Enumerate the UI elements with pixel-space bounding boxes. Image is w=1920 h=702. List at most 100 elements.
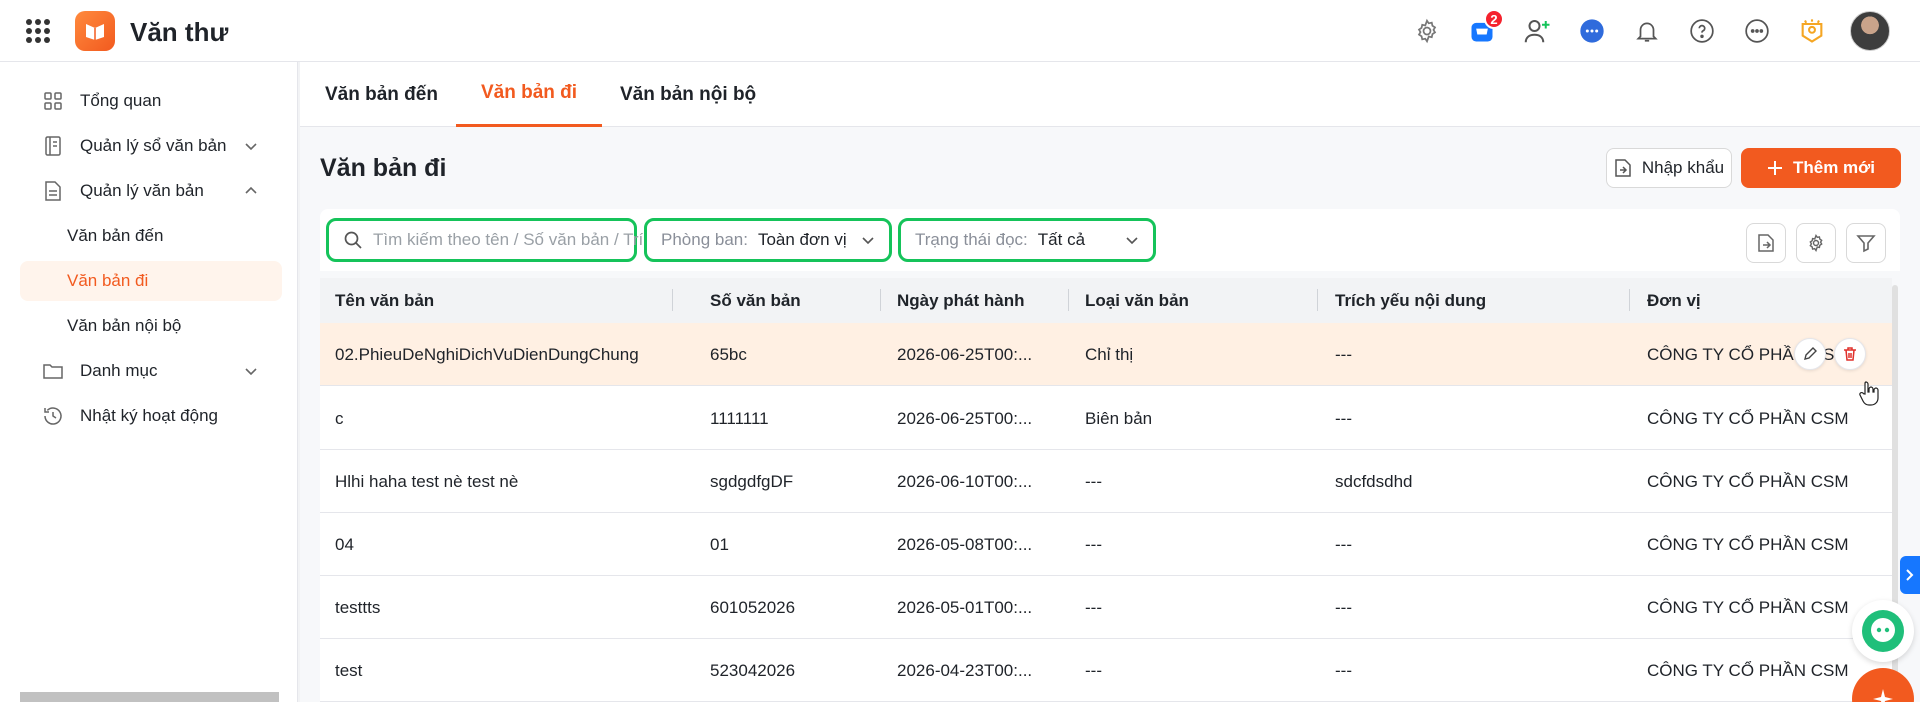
sidebar-item-activity-log[interactable]: Nhật ký hoạt động xyxy=(20,396,282,436)
sidebar-item-label: Danh mục xyxy=(80,361,158,380)
cell-name: 02.PhieuDeNghiDichVuDienDungChung xyxy=(335,344,639,364)
sidebar-scrollbar[interactable] xyxy=(20,692,279,702)
cell-unit: CÔNG TY CỔ PHẦN CSM xyxy=(1647,534,1849,554)
cart-icon[interactable]: 2 xyxy=(1465,9,1504,51)
cell-number: sgdgdfgDF xyxy=(710,471,794,491)
import-icon xyxy=(1615,159,1631,177)
column-settings-button[interactable] xyxy=(1796,223,1836,263)
cell-unit: CÔNG TY CỔ PHẦN CSM xyxy=(1647,408,1849,428)
app-logo xyxy=(75,11,115,51)
pointer-cursor-icon xyxy=(1859,381,1879,406)
page-title: Văn bản đi xyxy=(320,154,447,182)
cell-summary: --- xyxy=(1335,597,1352,617)
table-row[interactable]: c 1111111 2026-06-25T00:... Biên bản ---… xyxy=(320,387,1892,450)
chevron-down-icon xyxy=(1126,237,1138,245)
chatbot-icon xyxy=(1862,610,1904,652)
filter-button[interactable] xyxy=(1846,223,1886,263)
cell-name: testtts xyxy=(335,597,381,617)
tab-incoming[interactable]: Văn bản đến xyxy=(325,62,438,127)
column-header[interactable]: Ngày phát hành xyxy=(897,278,1025,323)
add-new-button[interactable]: Thêm mới xyxy=(1741,148,1901,188)
tab-outgoing[interactable]: Văn bản đi xyxy=(456,62,603,127)
sidebar-item-catalog[interactable]: Danh mục xyxy=(20,351,282,391)
chevron-down-icon xyxy=(245,143,257,151)
column-header[interactable]: Trích yếu nội dung xyxy=(1335,278,1486,323)
table-header: Tên văn bản Số văn bản Ngày phát hành Lo… xyxy=(320,278,1892,323)
read-status-label: Trạng thái đọc: xyxy=(915,230,1028,249)
sidebar-item-document-books[interactable]: Quản lý sổ văn bản xyxy=(20,126,282,166)
search-placeholder: Tìm kiếm theo tên / Số văn bản / Trích y… xyxy=(373,230,643,249)
document-icon xyxy=(40,178,66,204)
more-icon[interactable] xyxy=(1740,11,1773,51)
chevron-right-icon xyxy=(1906,569,1914,581)
read-status-value: Tất cả xyxy=(1037,230,1086,249)
help-icon[interactable] xyxy=(1685,11,1718,51)
cell-date: 2026-06-10T00:... xyxy=(897,471,1033,491)
award-icon[interactable] xyxy=(1795,11,1828,51)
book-icon xyxy=(40,133,66,159)
gear-icon xyxy=(1809,233,1823,253)
table-row[interactable]: Hlhi haha test nè test nè sgdgdfgDF 2026… xyxy=(320,450,1892,513)
cell-unit: CÔNG TY CỔ PHẦN CSM xyxy=(1647,471,1849,491)
delete-button[interactable] xyxy=(1834,338,1866,370)
sidebar-item-overview[interactable]: Tổng quan xyxy=(20,81,282,121)
cell-date: 2026-05-08T00:... xyxy=(897,534,1033,554)
table-row[interactable]: testtts 601052026 2026-05-01T00:... --- … xyxy=(320,576,1892,639)
cell-date: 2026-06-25T00:... xyxy=(897,408,1033,428)
add-user-icon[interactable] xyxy=(1520,11,1553,51)
filter-bar: Tìm kiếm theo tên / Số văn bản / Trích y… xyxy=(320,209,1900,271)
cell-summary: sdcfdsdhd xyxy=(1335,471,1413,491)
search-icon xyxy=(344,231,362,249)
expand-panel-button[interactable] xyxy=(1900,556,1920,594)
main-content: Văn bản đi Nhập khẩu Thêm mới Tìm kiếm t… xyxy=(300,127,1920,702)
sidebar-subitem-internal[interactable]: Văn bản nội bộ xyxy=(20,306,282,346)
sidebar-item-label: Quản lý sổ văn bản xyxy=(80,136,227,155)
cell-type: --- xyxy=(1085,534,1102,554)
cell-type: Biên bản xyxy=(1085,408,1153,428)
column-header[interactable]: Số văn bản xyxy=(710,278,801,323)
search-input[interactable]: Tìm kiếm theo tên / Số văn bản / Trích y… xyxy=(326,218,643,262)
chatbot-button[interactable] xyxy=(1852,600,1914,662)
column-header[interactable]: Đơn vị xyxy=(1647,278,1701,323)
pencil-icon xyxy=(1804,347,1817,360)
read-status-select[interactable]: Trạng thái đọc: Tất cả xyxy=(898,218,1156,262)
department-select-label: Phòng ban: xyxy=(661,230,748,249)
import-button[interactable]: Nhập khẩu xyxy=(1606,148,1732,188)
department-select-value: Toàn đơn vị xyxy=(757,230,847,249)
table-row[interactable]: test 523042026 2026-04-23T00:... --- ---… xyxy=(320,639,1892,702)
sidebar-item-label: Tổng quan xyxy=(80,91,162,110)
cell-type: --- xyxy=(1085,597,1102,617)
export-button[interactable] xyxy=(1746,223,1786,263)
cell-number: 601052026 xyxy=(710,597,796,617)
app-grid-icon[interactable] xyxy=(26,19,50,43)
column-header[interactable]: Loại văn bản xyxy=(1085,278,1189,323)
cell-date: 2026-04-23T00:... xyxy=(897,660,1033,680)
avatar[interactable] xyxy=(1850,11,1890,51)
cell-type: --- xyxy=(1085,660,1102,680)
folder-icon xyxy=(40,358,66,384)
cell-type: --- xyxy=(1085,471,1102,491)
settings-icon[interactable] xyxy=(1410,11,1443,51)
cell-summary: --- xyxy=(1335,534,1352,554)
edit-button[interactable] xyxy=(1794,338,1826,370)
trash-icon xyxy=(1844,347,1856,361)
sidebar-subitem-incoming[interactable]: Văn bản đến xyxy=(20,216,282,256)
documents-table: Tên văn bản Số văn bản Ngày phát hành Lo… xyxy=(320,278,1892,702)
chevron-down-icon xyxy=(862,237,874,245)
column-header[interactable]: Tên văn bản xyxy=(335,278,434,323)
table-row[interactable]: 04 01 2026-05-08T00:... --- --- CÔNG TY … xyxy=(320,513,1892,576)
sidebar-subitem-outgoing[interactable]: Văn bản đi xyxy=(20,261,282,301)
import-button-label: Nhập khẩu xyxy=(1641,158,1725,177)
cell-number: 1111111 xyxy=(710,408,769,428)
add-new-button-label: Thêm mới xyxy=(1793,158,1875,177)
cell-summary: --- xyxy=(1335,408,1352,428)
tab-internal[interactable]: Văn bản nội bộ xyxy=(620,62,756,127)
table-row[interactable]: 02.PhieuDeNghiDichVuDienDungChung 65bc 2… xyxy=(320,323,1892,386)
cell-name: Hlhi haha test nè test nè xyxy=(335,471,519,491)
sidebar-item-document-management[interactable]: Quản lý văn bản xyxy=(20,171,282,211)
chat-icon[interactable] xyxy=(1575,11,1608,51)
department-select[interactable]: Phòng ban: Toàn đơn vị xyxy=(644,218,892,262)
export-icon xyxy=(1758,234,1774,252)
bell-icon[interactable] xyxy=(1630,11,1663,51)
cell-number: 01 xyxy=(710,534,729,554)
